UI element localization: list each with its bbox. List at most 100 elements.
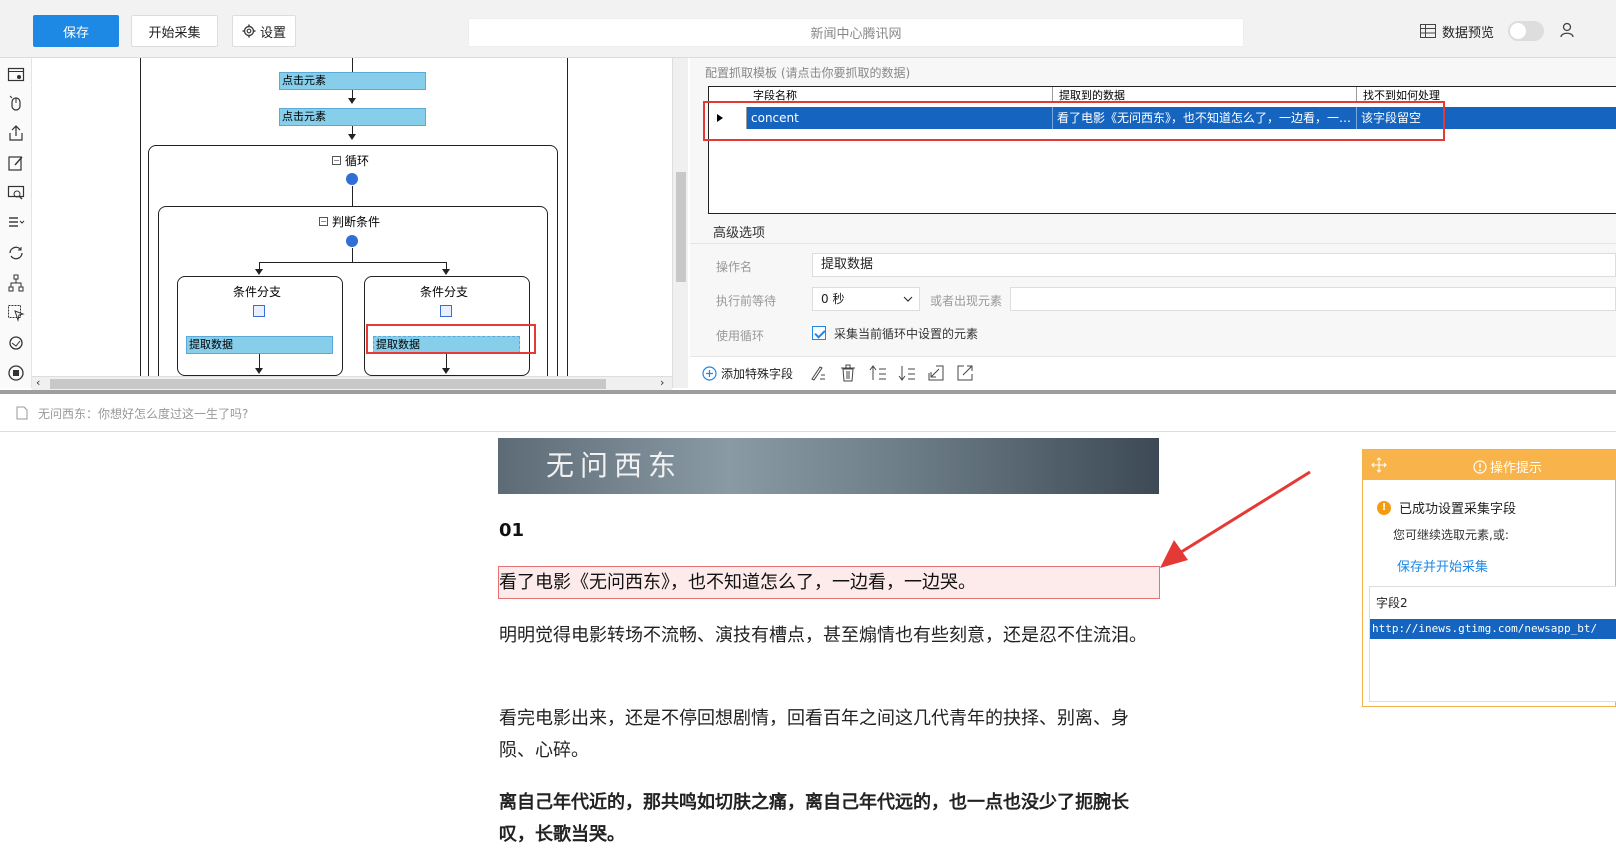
use-loop-label: 使用循环 <box>716 329 765 343</box>
operation-tip-panel: 操作提示 ! 已成功设置采集字段 您可继续选取元素,或: 保存并开始采集 字段2… <box>1362 449 1616 707</box>
article-paragraph[interactable]: 看完电影出来，还是不停回想剧情，回看百年之间这几代青年的抉择、别离、身陨、心碎。 <box>499 703 1149 767</box>
settings-label: 设置 <box>259 25 286 41</box>
row-highlight <box>703 101 1445 141</box>
op-name-input[interactable]: 提取数据 <box>812 253 1616 277</box>
field-table[interactable]: 字段名称 提取到的数据 找不到如何处理 concent 看了电影《无问西东》，也… <box>703 86 1616 214</box>
recognize-captcha-icon[interactable] <box>7 184 25 202</box>
branch-icon <box>440 305 452 317</box>
tip-title-text: 操作提示 <box>1490 461 1543 476</box>
branch-right-label: 条件分支 <box>420 285 469 299</box>
export-icon[interactable] <box>955 363 975 383</box>
move-down-icon[interactable] <box>897 363 917 383</box>
save-and-start-link[interactable]: 保存并开始采集 <box>1397 556 1488 575</box>
collapse-icon[interactable]: − <box>332 156 341 165</box>
loop-header: − 循环 <box>332 152 369 169</box>
node-extract-data-left[interactable]: 提取数据 <box>186 336 333 354</box>
article-banner-image[interactable]: 无问西东 <box>498 438 1159 494</box>
data-preview-toggle[interactable]: 数据预览 <box>1420 18 1545 44</box>
banner-title: 无问西东 <box>546 449 683 482</box>
input-text-icon[interactable] <box>7 154 25 172</box>
top-toolbar: 保存 开始采集 设置 新闻中心腾讯网 数据预览 <box>0 0 1616 58</box>
tool-icon-strip <box>0 58 32 388</box>
connector-line <box>352 248 353 262</box>
stop-icon[interactable] <box>7 364 25 382</box>
scroll-thumb[interactable] <box>50 379 606 389</box>
advanced-options-title: 高级选项 <box>713 226 766 241</box>
red-pointer-arrow-icon <box>1160 470 1311 568</box>
import-icon[interactable] <box>926 363 946 383</box>
loop-label: 循环 <box>345 154 370 168</box>
use-loop-checkbox[interactable] <box>812 326 826 340</box>
start-collect-button[interactable]: 开始采集 <box>131 15 218 47</box>
loop-refresh-icon <box>346 173 358 185</box>
judge-refresh-icon <box>346 235 358 247</box>
address-text: 无问西东：你想好怎么度过这一生了吗? <box>38 407 249 421</box>
add-special-field-button[interactable]: 添加特殊字段 <box>702 365 793 382</box>
tip-continue-text: 您可继续选取元素,或: <box>1393 528 1509 542</box>
or-element-input[interactable] <box>1010 287 1616 311</box>
tip-title: 操作提示 <box>1473 457 1542 476</box>
advanced-options-area: 操作名 提取数据 执行前等待 0 秒 或者出现元素 使用循环 <box>690 243 1616 351</box>
move-icon[interactable] <box>1371 457 1387 473</box>
switch-iframe-icon[interactable] <box>7 334 25 352</box>
add-special-field-label: 添加特殊字段 <box>721 367 794 381</box>
tip-field-list[interactable]: 字段2 http://inews.gtimg.com/newsapp_bt/ <box>1369 586 1616 702</box>
open-page-icon[interactable] <box>7 66 25 84</box>
connector-arrow <box>348 134 356 140</box>
node-click-element-2[interactable]: 点击元素 <box>279 108 426 126</box>
op-name-label: 操作名 <box>716 260 753 274</box>
list-item[interactable]: 字段2 <box>1376 594 1408 611</box>
list-item-selected[interactable]: http://inews.gtimg.com/newsapp_bt/ <box>1370 619 1616 639</box>
config-title: 配置抓取模板 (请点击你要抓取的数据) <box>705 66 911 80</box>
table-icon <box>1420 24 1436 38</box>
selection-highlight <box>366 324 536 354</box>
connector-arrow <box>348 98 356 104</box>
scroll-left-icon[interactable]: ‹ <box>36 376 40 389</box>
tip-header[interactable]: 操作提示 <box>1363 450 1616 480</box>
data-preview-label: 数据预览 <box>1442 25 1495 41</box>
scroll-thumb[interactable] <box>676 172 686 282</box>
judge-condition-icon[interactable] <box>7 274 25 292</box>
workflow-horizontal-scrollbar[interactable]: ‹ › <box>32 376 672 390</box>
config-panel: 配置抓取模板 (请点击你要抓取的数据) 字段名称 提取到的数据 找不到如何处理 … <box>690 58 1616 390</box>
branch-left-label: 条件分支 <box>233 285 282 299</box>
config-bottom-toolbar: 添加特殊字段 <box>690 356 1616 390</box>
warning-icon: ! <box>1377 500 1391 515</box>
judge-header: − 判断条件 <box>319 213 380 230</box>
connector-arrow <box>442 368 450 374</box>
connector-arrow <box>255 269 263 275</box>
settings-button[interactable]: 设置 <box>232 15 296 47</box>
collapse-icon[interactable]: − <box>319 217 328 226</box>
switch-dropdown-icon[interactable] <box>7 214 25 232</box>
workflow-frame-left <box>140 58 141 376</box>
workflow-canvas[interactable]: 点击元素 点击元素 − 循环 − 判断条件 条件分支 提取数据 条件分支 提取数… <box>32 58 672 376</box>
node-click-element-1[interactable]: 点击元素 <box>279 72 426 90</box>
article-paragraph[interactable]: 明明觉得电影转场不流畅、演技有槽点，甚至煽情也有些刻意，还是忍不住流泪。 <box>499 620 1149 652</box>
tip-success-line: ! 已成功设置采集字段 <box>1377 498 1516 517</box>
info-circle-icon <box>1473 459 1487 474</box>
trash-icon[interactable] <box>838 363 858 383</box>
move-up-icon[interactable] <box>868 363 888 383</box>
extract-data-icon[interactable] <box>7 124 25 142</box>
user-icon[interactable] <box>1560 22 1574 38</box>
connector-line <box>352 186 353 206</box>
edit-field-icon[interactable] <box>808 363 828 383</box>
mouse-hover-icon[interactable] <box>7 304 25 322</box>
branch-icon <box>253 305 265 317</box>
loop-icon[interactable] <box>7 244 25 262</box>
workflow-vertical-scrollbar[interactable] <box>672 58 688 388</box>
or-element-label: 或者出现元素 <box>930 294 1003 308</box>
scroll-right-icon[interactable]: › <box>660 376 664 389</box>
gear-icon <box>242 24 256 38</box>
preview-switch[interactable] <box>1508 21 1545 41</box>
article-paragraph-bold[interactable]: 离自己年代近的，那共鸣如切肤之痛，离自己年代远的，也一点也没少了扼腕长叹，长歌当… <box>499 787 1149 851</box>
browser-address-bar[interactable]: 无问西东：你想好怎么度过这一生了吗? <box>0 394 1616 432</box>
connector-arrow <box>442 269 450 275</box>
selected-paragraph[interactable]: 看了电影《无问西东》，也不知道怎么了，一边看，一边哭。 <box>498 566 1160 599</box>
page-title-field[interactable]: 新闻中心腾讯网 <box>468 18 1244 47</box>
judge-label: 判断条件 <box>332 215 381 229</box>
save-button[interactable]: 保存 <box>33 15 119 47</box>
click-element-icon[interactable] <box>7 94 25 112</box>
workflow-frame-right <box>567 58 568 376</box>
wait-select[interactable]: 0 秒 <box>812 287 920 311</box>
